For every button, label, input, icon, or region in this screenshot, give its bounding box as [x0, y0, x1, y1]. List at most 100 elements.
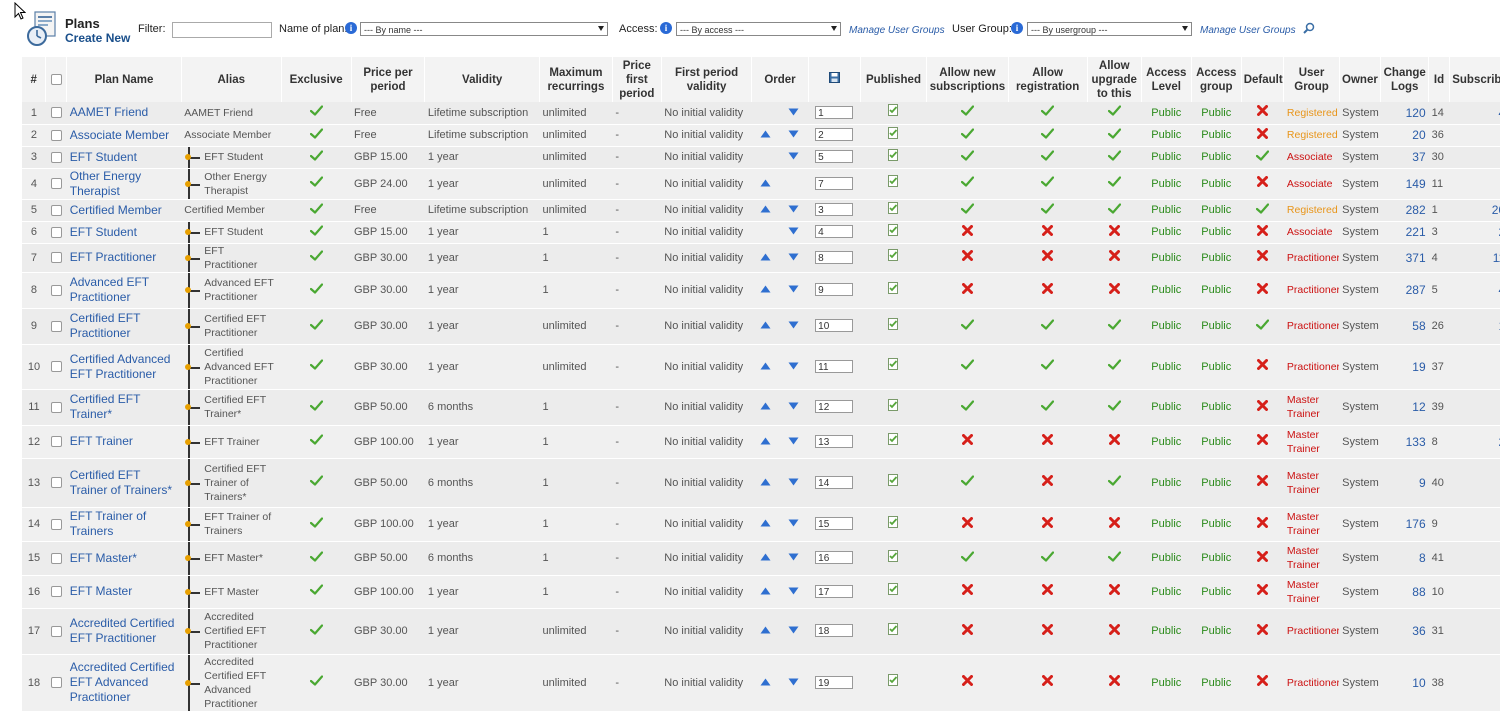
change-logs-cell[interactable]: 149 — [1380, 168, 1429, 200]
check-icon[interactable] — [309, 623, 323, 638]
default-cell[interactable] — [1241, 124, 1284, 147]
check-icon[interactable] — [1107, 176, 1121, 190]
published-cell[interactable] — [860, 243, 927, 273]
check-icon[interactable] — [1107, 149, 1121, 164]
row-checkbox[interactable] — [50, 518, 62, 530]
col-select-all[interactable] — [45, 57, 68, 102]
check-icon[interactable] — [960, 318, 975, 333]
plan-name-link[interactable]: EFT Student — [70, 225, 137, 239]
allow-registration-cell[interactable] — [1008, 507, 1088, 542]
col-change-logs[interactable]: Change Logs — [1380, 57, 1430, 102]
col-allow-registration[interactable]: Allow registration — [1008, 57, 1088, 102]
default-cell[interactable] — [1241, 102, 1284, 125]
plan-name-cell[interactable]: EFT Practitioner — [66, 243, 182, 273]
col-id[interactable]: Id — [1428, 57, 1450, 102]
move-down-icon[interactable] — [788, 284, 799, 296]
check-icon[interactable] — [309, 399, 323, 414]
check-icon[interactable] — [1107, 127, 1121, 142]
order-input[interactable]: 4 — [815, 225, 854, 238]
change-logs-cell-text[interactable]: 9 — [1419, 476, 1426, 490]
subscribers-cell[interactable]: 30 — [1449, 168, 1500, 200]
plan-name-link[interactable]: Other Energy Therapist — [70, 169, 141, 198]
change-logs-cell-text[interactable]: 19 — [1412, 360, 1425, 374]
published-icon[interactable] — [887, 201, 899, 218]
exclusive-cell[interactable] — [281, 243, 351, 273]
order-input[interactable]: 15 — [815, 517, 854, 530]
row-select[interactable] — [45, 272, 67, 309]
subscribers-cell[interactable]: 15 — [1449, 507, 1500, 542]
allow-registration-cell[interactable] — [1008, 243, 1088, 273]
change-logs-cell-text[interactable]: 120 — [1406, 106, 1426, 120]
default-cell[interactable] — [1241, 243, 1284, 273]
row-checkbox[interactable] — [50, 361, 62, 373]
x-icon[interactable] — [1042, 475, 1054, 489]
plan-name-cell[interactable]: Certified Advanced EFT Practitioner — [66, 344, 182, 390]
check-icon[interactable] — [1107, 202, 1121, 217]
subscribers-cell-text[interactable]: 2071 — [1492, 203, 1500, 217]
row-select[interactable] — [45, 389, 67, 426]
order-input[interactable]: 12 — [815, 400, 854, 413]
x-icon[interactable] — [961, 434, 973, 448]
move-down-icon[interactable] — [788, 129, 799, 141]
allow-new-subscriptions-cell[interactable] — [926, 425, 1009, 459]
subscribers-cell[interactable]: 2071 — [1449, 199, 1500, 222]
x-icon[interactable] — [1257, 584, 1269, 598]
row-select[interactable] — [45, 458, 67, 508]
row-select[interactable] — [45, 608, 67, 655]
check-icon[interactable] — [309, 127, 323, 142]
order-input-cell[interactable]: 17 — [808, 575, 861, 609]
order-input-cell[interactable]: 1 — [808, 102, 861, 125]
order-input[interactable]: 10 — [815, 319, 854, 332]
allow-new-subscriptions-cell[interactable] — [926, 575, 1009, 609]
x-icon[interactable] — [1257, 250, 1269, 264]
x-icon[interactable] — [961, 250, 973, 264]
check-icon[interactable] — [1107, 475, 1121, 489]
row-checkbox[interactable] — [50, 151, 62, 163]
plan-name-link[interactable]: Certified Member — [70, 203, 162, 217]
allow-new-subscriptions-cell[interactable] — [926, 243, 1009, 273]
published-cell[interactable] — [860, 575, 927, 609]
exclusive-cell[interactable] — [281, 272, 351, 309]
order-input[interactable]: 1 — [815, 105, 854, 119]
order-input[interactable]: 8 — [815, 250, 854, 264]
check-icon[interactable] — [309, 516, 323, 531]
order-down-cell[interactable] — [778, 146, 809, 169]
published-cell[interactable] — [860, 344, 927, 390]
published-cell[interactable] — [860, 272, 927, 309]
order-down-cell[interactable] — [778, 243, 809, 273]
plan-name-cell[interactable]: EFT Master — [66, 575, 182, 609]
plan-name-cell[interactable]: Accredited Certified EFT Practitioner — [66, 608, 182, 655]
exclusive-cell[interactable] — [281, 654, 351, 712]
published-cell[interactable] — [860, 654, 927, 712]
published-icon[interactable] — [887, 674, 899, 690]
move-down-icon[interactable] — [788, 107, 799, 119]
col-save-order[interactable] — [808, 57, 861, 102]
subscribers-cell[interactable]: 40 — [1449, 146, 1500, 169]
change-logs-cell-text[interactable]: 282 — [1406, 203, 1426, 217]
change-logs-cell-text[interactable]: 58 — [1412, 319, 1425, 333]
row-checkbox[interactable] — [50, 625, 62, 637]
allow-new-subscriptions-cell[interactable] — [926, 458, 1009, 508]
allow-new-subscriptions-cell[interactable] — [926, 507, 1009, 542]
move-up-icon[interactable] — [760, 677, 771, 689]
x-icon[interactable] — [1108, 250, 1120, 264]
col-first-period-validity[interactable]: First period validity — [661, 57, 753, 102]
change-logs-cell[interactable]: 221 — [1380, 221, 1429, 244]
subscribers-cell[interactable]: 291 — [1449, 425, 1500, 459]
row-select[interactable] — [45, 575, 67, 609]
plan-name-cell[interactable]: Associate Member — [66, 124, 182, 147]
allow-registration-cell[interactable] — [1008, 168, 1088, 200]
plan-name-link[interactable]: AAMET Friend — [70, 105, 148, 119]
check-icon[interactable] — [309, 434, 323, 448]
x-icon[interactable] — [1042, 282, 1054, 297]
change-logs-cell-text[interactable]: 20 — [1412, 128, 1425, 142]
exclusive-cell[interactable] — [281, 124, 351, 147]
check-icon[interactable] — [960, 359, 975, 373]
change-logs-cell-text[interactable]: 88 — [1412, 585, 1425, 599]
order-input-cell[interactable]: 4 — [808, 221, 861, 244]
x-icon[interactable] — [961, 516, 973, 531]
order-down-cell[interactable] — [778, 541, 809, 576]
order-down-cell[interactable] — [778, 168, 809, 200]
change-logs-cell-text[interactable]: 371 — [1406, 251, 1426, 265]
move-down-icon[interactable] — [788, 252, 799, 264]
